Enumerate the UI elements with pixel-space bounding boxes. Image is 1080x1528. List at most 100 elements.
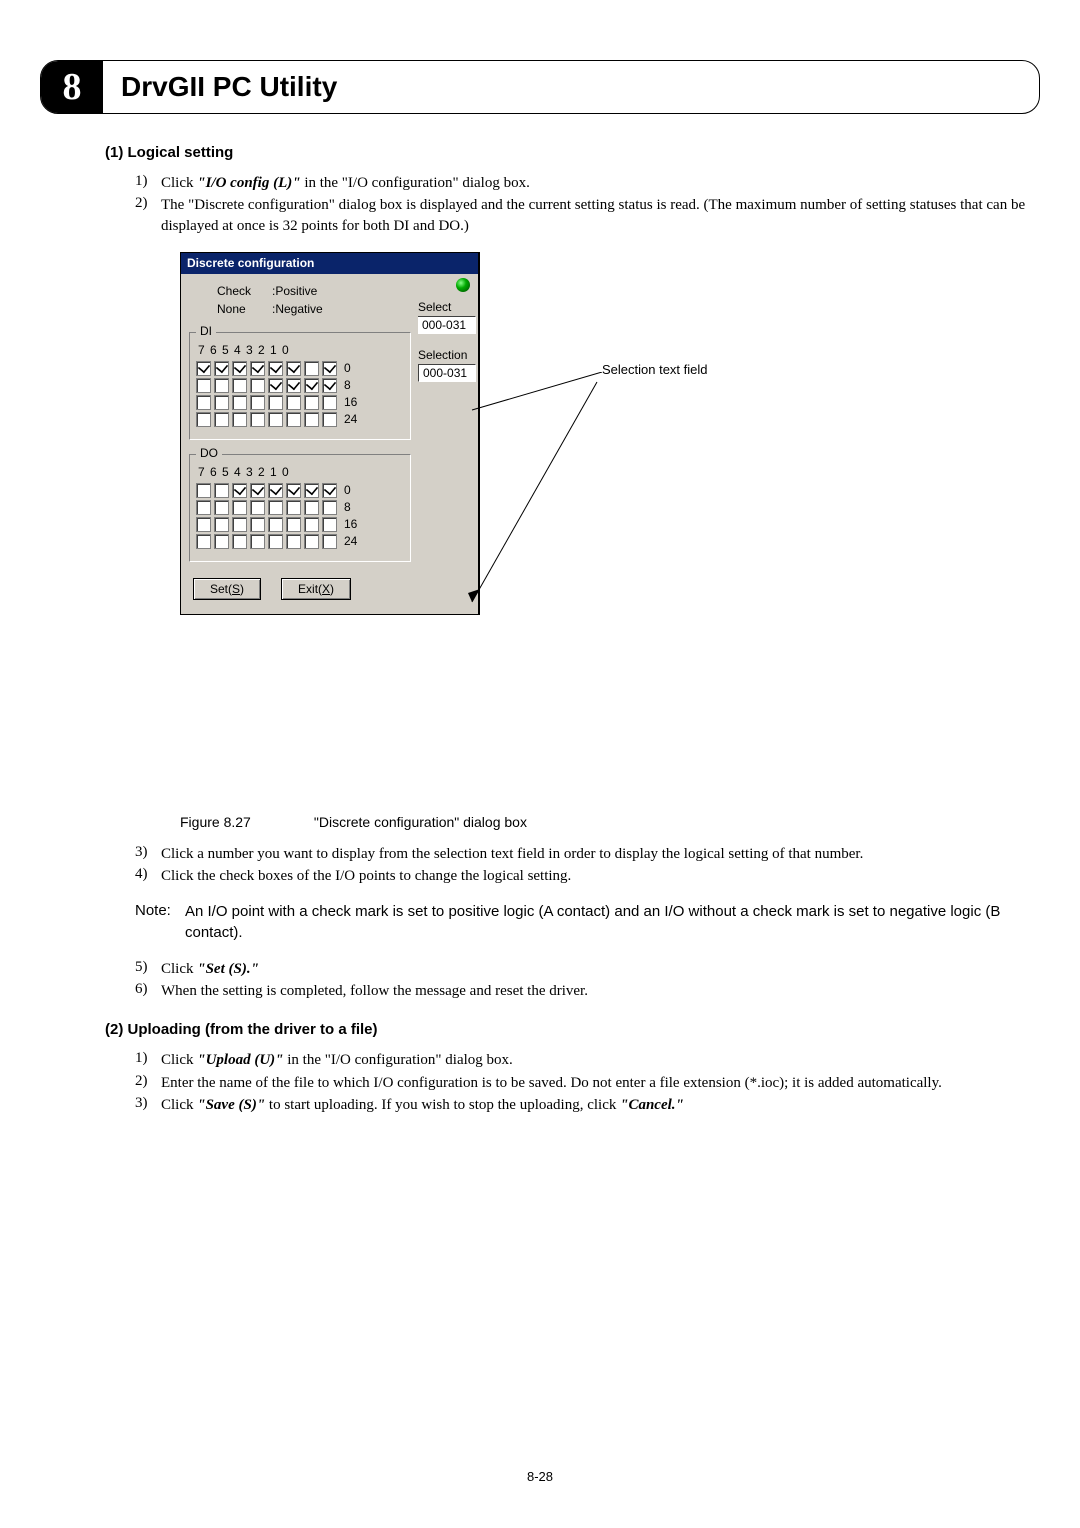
do-checkbox[interactable]: [232, 534, 247, 549]
di-checkbox[interactable]: [214, 378, 229, 393]
do-checkbox[interactable]: [196, 517, 211, 532]
do-row-index: 24: [344, 534, 357, 548]
callout-line-icon: [462, 372, 742, 652]
do-checkbox[interactable]: [286, 500, 301, 515]
di-checkbox[interactable]: [196, 395, 211, 410]
di-checkbox[interactable]: [268, 412, 283, 427]
di-checkbox[interactable]: [232, 378, 247, 393]
section-1-steps-a: 1)Click "I/O config (L)" in the "I/O con…: [135, 173, 1030, 236]
command-text: "Set (S).": [197, 961, 259, 977]
do-checkbox[interactable]: [196, 534, 211, 549]
exit-button-key: X: [322, 582, 330, 596]
callout: Selection text field: [462, 372, 742, 642]
di-checkbox[interactable]: [322, 361, 337, 376]
di-checkbox[interactable]: [196, 378, 211, 393]
do-checkbox[interactable]: [304, 483, 319, 498]
legend-none: None: [217, 300, 272, 318]
step-number: 6): [135, 981, 161, 1001]
command-text: "I/O config (L)": [197, 175, 300, 191]
step-number: 4): [135, 866, 161, 886]
di-checkbox[interactable]: [322, 412, 337, 427]
di-checkbox[interactable]: [268, 361, 283, 376]
do-row: 24: [196, 534, 404, 549]
di-checkbox[interactable]: [322, 395, 337, 410]
di-checkbox[interactable]: [250, 395, 265, 410]
di-checkbox[interactable]: [196, 412, 211, 427]
di-checkbox[interactable]: [304, 378, 319, 393]
do-checkbox[interactable]: [196, 483, 211, 498]
di-checkbox[interactable]: [286, 361, 301, 376]
step-item: 2)The "Discrete configuration" dialog bo…: [135, 195, 1030, 236]
di-checkbox[interactable]: [304, 361, 319, 376]
do-checkbox[interactable]: [232, 483, 247, 498]
di-checkbox[interactable]: [232, 412, 247, 427]
do-checkbox[interactable]: [322, 534, 337, 549]
command-text: "Cancel.": [620, 1097, 684, 1113]
do-checkbox[interactable]: [304, 500, 319, 515]
step-item: 4)Click the check boxes of the I/O point…: [135, 866, 1030, 886]
step-item: 3)Click "Save (S)" to start uploading. I…: [135, 1095, 1030, 1115]
do-checkbox[interactable]: [250, 517, 265, 532]
do-checkbox[interactable]: [322, 517, 337, 532]
do-checkbox[interactable]: [268, 517, 283, 532]
page-number: 8-28: [527, 1469, 553, 1484]
do-checkbox[interactable]: [286, 483, 301, 498]
do-checkbox[interactable]: [196, 500, 211, 515]
command-text: "Save (S)": [197, 1097, 265, 1113]
di-row-index: 16: [344, 395, 357, 409]
do-checkbox[interactable]: [286, 517, 301, 532]
step-number: 3): [135, 1095, 161, 1115]
do-checkbox[interactable]: [250, 483, 265, 498]
step-text: Enter the name of the file to which I/O …: [161, 1073, 1030, 1093]
do-checkbox[interactable]: [304, 517, 319, 532]
di-checkbox[interactable]: [268, 395, 283, 410]
di-row: 8: [196, 378, 404, 393]
di-checkbox[interactable]: [304, 395, 319, 410]
di-checkbox[interactable]: [286, 395, 301, 410]
di-checkbox[interactable]: [232, 395, 247, 410]
dialog-title: Discrete configuration: [181, 253, 478, 274]
do-checkbox[interactable]: [250, 500, 265, 515]
do-row: 0: [196, 483, 404, 498]
di-checkbox[interactable]: [250, 412, 265, 427]
do-checkbox[interactable]: [286, 534, 301, 549]
di-checkbox[interactable]: [232, 361, 247, 376]
select-combo[interactable]: 000-031: [418, 316, 476, 334]
do-checkbox[interactable]: [232, 500, 247, 515]
do-checkbox[interactable]: [268, 500, 283, 515]
step-text: Click "Upload (U)" in the "I/O configura…: [161, 1050, 1030, 1070]
set-button[interactable]: Set(S): [193, 578, 261, 600]
do-checkbox[interactable]: [322, 500, 337, 515]
do-checkbox[interactable]: [268, 483, 283, 498]
do-checkbox[interactable]: [214, 534, 229, 549]
step-number: 3): [135, 844, 161, 864]
chapter-header: 8 DrvGII PC Utility: [40, 60, 1040, 114]
do-checkbox[interactable]: [232, 517, 247, 532]
do-row-index: 0: [344, 483, 351, 497]
di-checkbox[interactable]: [250, 361, 265, 376]
section-1-steps-c: 5)Click "Set (S)."6)When the setting is …: [135, 959, 1030, 1002]
do-checkbox[interactable]: [214, 483, 229, 498]
do-checkbox[interactable]: [322, 483, 337, 498]
do-checkbox[interactable]: [304, 534, 319, 549]
di-checkbox[interactable]: [322, 378, 337, 393]
di-checkbox[interactable]: [214, 395, 229, 410]
do-checkbox[interactable]: [268, 534, 283, 549]
step-item: 6)When the setting is completed, follow …: [135, 981, 1030, 1001]
do-checkbox[interactable]: [214, 500, 229, 515]
di-checkbox[interactable]: [214, 361, 229, 376]
di-checkbox[interactable]: [286, 378, 301, 393]
di-checkbox[interactable]: [268, 378, 283, 393]
di-checkbox[interactable]: [286, 412, 301, 427]
step-number: 2): [135, 1073, 161, 1093]
do-checkbox[interactable]: [250, 534, 265, 549]
di-checkbox[interactable]: [214, 412, 229, 427]
select-column: Select 000-031 Selection 000-031: [418, 278, 480, 382]
note-label: Note:: [135, 902, 185, 943]
di-checkbox[interactable]: [196, 361, 211, 376]
di-row-index: 0: [344, 361, 351, 375]
di-checkbox[interactable]: [250, 378, 265, 393]
do-checkbox[interactable]: [214, 517, 229, 532]
exit-button[interactable]: Exit(X): [281, 578, 351, 600]
di-checkbox[interactable]: [304, 412, 319, 427]
